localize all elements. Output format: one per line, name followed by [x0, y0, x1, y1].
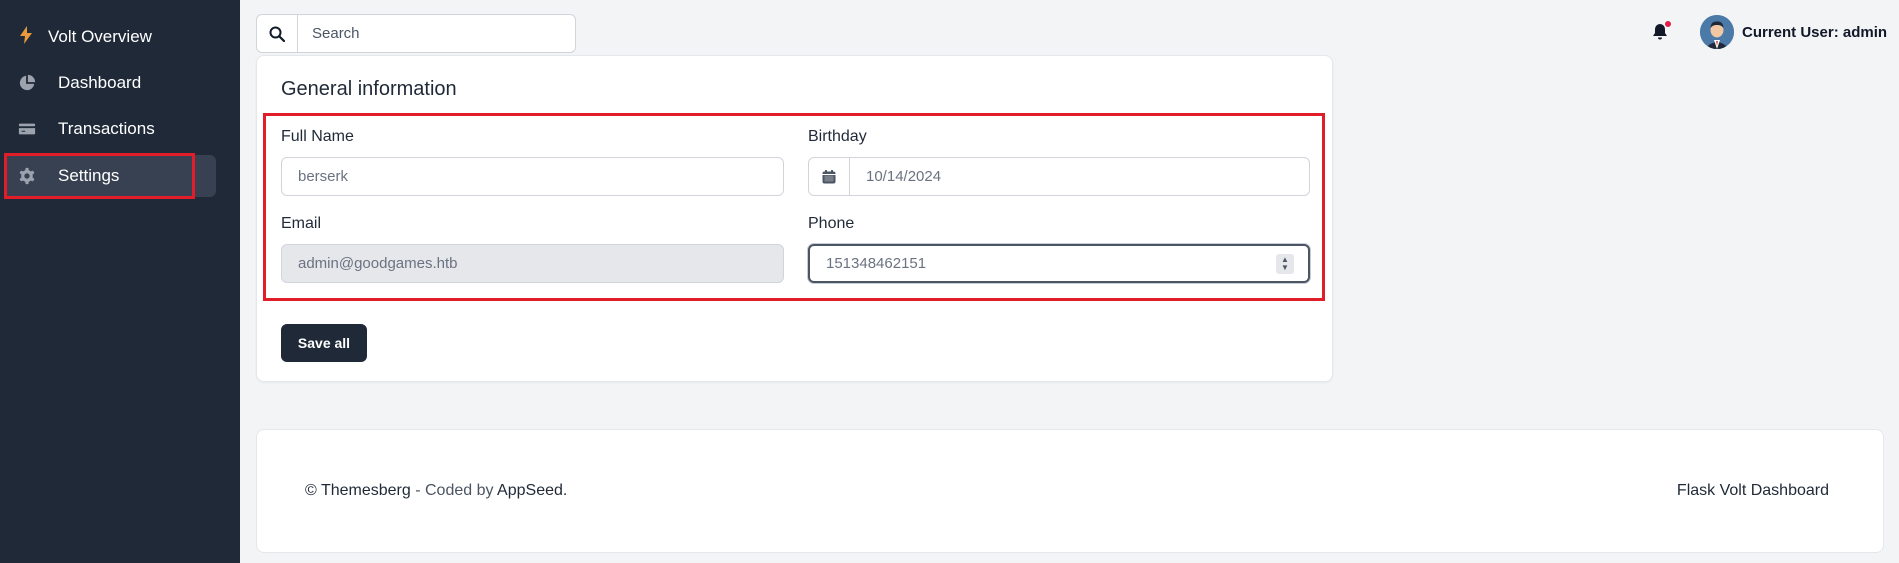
brand-label: Volt Overview: [48, 27, 152, 46]
footer-credits: © Themesberg - Coded by AppSeed.: [305, 482, 567, 500]
sidebar: Volt Overview Dashboard Transactions Set…: [0, 0, 240, 563]
birthday-field[interactable]: 10/14/2024: [808, 157, 1310, 196]
copyright-link[interactable]: © Themesberg: [305, 482, 411, 499]
sidebar-item-settings[interactable]: Settings: [4, 155, 216, 197]
sidebar-item-dashboard[interactable]: Dashboard: [4, 62, 216, 104]
sidebar-item-label: Transactions: [58, 119, 155, 138]
bolt-icon: [18, 25, 34, 49]
general-information-card: General information Full Name berserk Bi…: [256, 55, 1333, 382]
sidebar-item-transactions[interactable]: Transactions: [4, 108, 216, 150]
avatar: [1700, 15, 1734, 49]
phone-value: 151348462151: [826, 255, 927, 272]
birthday-value: 10/14/2024: [866, 168, 942, 185]
number-spinner-icon[interactable]: ▲ ▼: [1276, 254, 1294, 274]
card-title: General information: [281, 78, 457, 100]
sidebar-item-label: Settings: [58, 166, 120, 185]
full-name-value: berserk: [298, 168, 349, 185]
search-input[interactable]: [298, 25, 575, 42]
full-name-field[interactable]: berserk: [281, 157, 784, 196]
email-label: Email: [281, 215, 322, 232]
email-field[interactable]: admin@goodgames.htb: [281, 244, 784, 283]
footer: © Themesberg - Coded by AppSeed. Flask V…: [256, 429, 1884, 553]
phone-field[interactable]: 151348462151 ▲ ▼: [808, 244, 1310, 283]
notifications-button[interactable]: [1650, 20, 1672, 44]
sidebar-item-label: Dashboard: [58, 73, 142, 92]
save-all-button[interactable]: Save all: [281, 324, 367, 362]
phone-label: Phone: [808, 215, 855, 232]
email-value: admin@goodgames.htb: [298, 255, 458, 272]
full-name-label: Full Name: [281, 128, 354, 145]
calendar-icon[interactable]: [809, 158, 850, 195]
current-user-label: Current User: admin: [1742, 23, 1888, 41]
appseed-link[interactable]: AppSeed.: [497, 482, 567, 499]
notification-badge: [1664, 20, 1672, 28]
search-icon[interactable]: [257, 15, 298, 52]
footer-product-link[interactable]: Flask Volt Dashboard: [1677, 482, 1829, 500]
coded-by-text: - Coded by: [410, 482, 498, 499]
credit-card-icon: [18, 120, 36, 138]
gear-icon: [18, 167, 36, 185]
brand-link[interactable]: Volt Overview: [18, 24, 152, 50]
user-menu[interactable]: Current User: admin: [1700, 14, 1887, 50]
birthday-label: Birthday: [808, 128, 867, 145]
search-bar: [256, 14, 576, 53]
pie-chart-icon: [18, 74, 36, 92]
